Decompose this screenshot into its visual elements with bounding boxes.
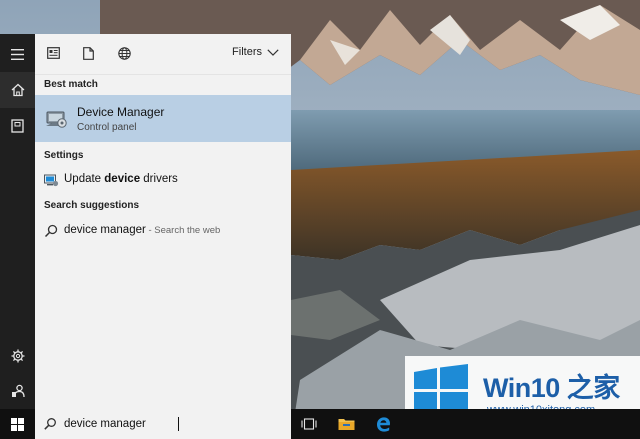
- settings-header: Settings: [44, 150, 84, 161]
- gear-icon: [11, 349, 24, 363]
- settings-item-prefix: Update: [64, 173, 105, 185]
- file-explorer-button[interactable]: [329, 409, 363, 439]
- taskbar: [0, 409, 640, 439]
- notebook-icon: [11, 119, 24, 133]
- search-input[interactable]: [64, 414, 264, 434]
- suggestion-text: device manager: [64, 224, 146, 236]
- apps-filter-button[interactable]: [44, 44, 62, 62]
- device-manager-icon: [46, 111, 67, 128]
- watermark-title: Win10 之家: [483, 373, 620, 403]
- edge-icon: [376, 416, 390, 432]
- update-device-drivers-label: Update device drivers: [64, 173, 178, 185]
- search-icon: [44, 224, 58, 238]
- documents-filter-button[interactable]: [79, 44, 97, 62]
- settings-item-bold: device: [104, 173, 141, 185]
- best-match-header: Best match: [44, 79, 98, 90]
- document-icon: [46, 47, 60, 59]
- best-match-result[interactable]: Device Manager Control panel: [35, 95, 291, 142]
- web-suggestion-label: device manager - Search the web: [64, 224, 220, 236]
- expand-menu-button[interactable]: [0, 36, 35, 72]
- file-explorer-icon: [338, 419, 354, 430]
- best-match-title: Device Manager: [77, 105, 165, 119]
- start-button[interactable]: [0, 409, 35, 439]
- search-panel-toolbar: Filters: [35, 34, 291, 75]
- text-cursor: [178, 417, 179, 431]
- chevron-down-icon: [267, 48, 279, 56]
- search-results-panel: Filters Best match Device Manager Contro…: [35, 34, 291, 409]
- web-filter-button[interactable]: [115, 44, 133, 62]
- settings-item-suffix: drivers: [140, 173, 178, 185]
- edge-browser-button[interactable]: [366, 409, 400, 439]
- taskbar-search-box[interactable]: [35, 409, 291, 439]
- user-icon: [11, 384, 25, 398]
- account-button[interactable]: [0, 373, 35, 409]
- search-suggestions-header: Search suggestions: [44, 200, 140, 211]
- settings-button[interactable]: [0, 338, 35, 374]
- filters-dropdown[interactable]: Filters: [232, 46, 279, 58]
- hamburger-icon: [11, 48, 24, 60]
- best-match-subtitle: Control panel: [77, 122, 137, 133]
- web-suggestion-result[interactable]: device manager - Search the web: [35, 219, 291, 243]
- task-view-icon: [301, 418, 317, 430]
- search-icon: [44, 418, 56, 430]
- filters-label: Filters: [232, 46, 262, 58]
- windows-logo-icon: [11, 417, 24, 431]
- globe-icon: [117, 46, 131, 60]
- file-icon: [82, 46, 94, 60]
- suggestion-sub: - Search the web: [145, 225, 221, 236]
- notebook-button[interactable]: [0, 108, 35, 144]
- update-device-drivers-result[interactable]: Update device drivers: [35, 168, 291, 192]
- task-view-button[interactable]: [292, 409, 326, 439]
- home-button[interactable]: [0, 72, 35, 108]
- home-icon: [11, 83, 24, 97]
- start-left-rail: [0, 34, 35, 409]
- driver-settings-icon: [44, 174, 59, 187]
